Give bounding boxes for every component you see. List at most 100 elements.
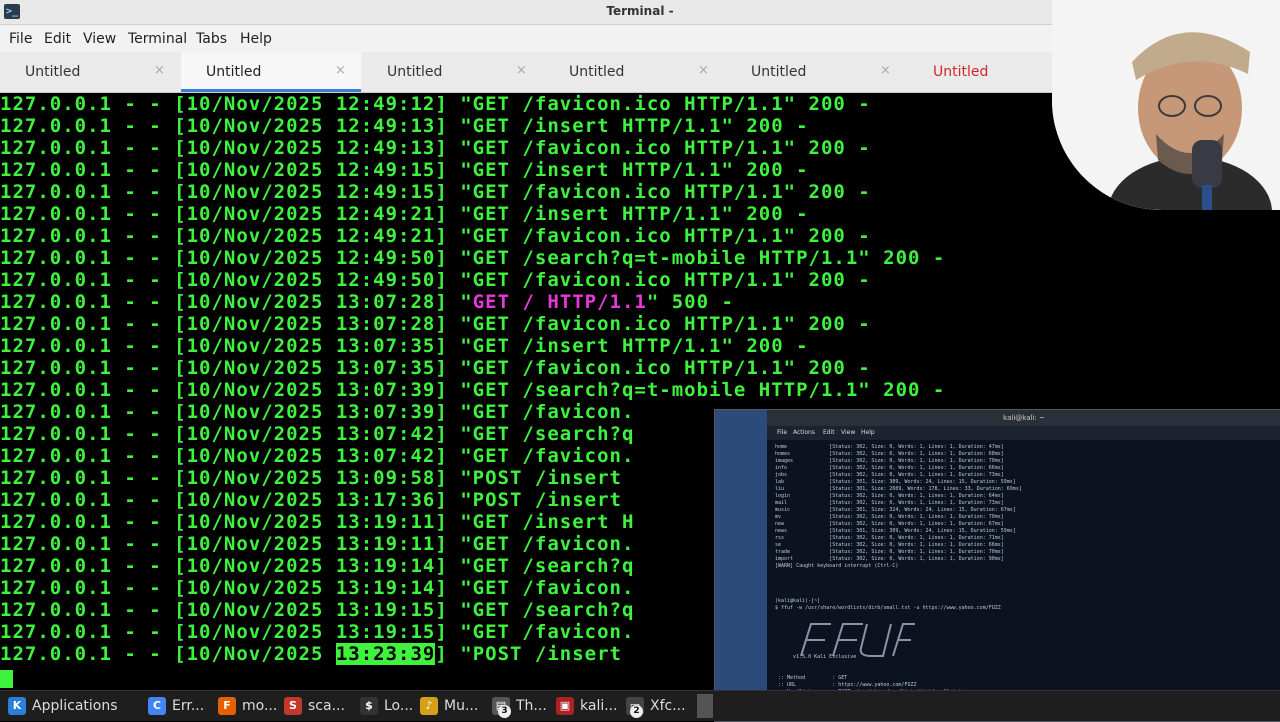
ffuf-output-line: v1.5.0 Kali Exclusive	[775, 654, 857, 660]
menu-file[interactable]: File	[9, 31, 32, 47]
tab-close-icon[interactable]: ×	[516, 63, 527, 78]
taskbar-item-label: Mu...	[444, 698, 479, 714]
log-line: 127.0.0.1 - - [10/Nov/2025 13:07:42] "GE…	[0, 423, 634, 445]
log-line: 127.0.0.1 - - [10/Nov/2025 13:23:39] "PO…	[0, 643, 622, 665]
log-text: 127.0.0.1 - - [10/Nov/2025 12:49:13] "GE…	[0, 137, 871, 159]
ffuf-output-line: homes [Status: 302, Size: 0, Words: 1, L…	[775, 451, 1004, 457]
log-line: 127.0.0.1 - - [10/Nov/2025 13:07:35] "GE…	[0, 357, 871, 379]
log-text: 127.0.0.1 - - [10/Nov/2025 12:49:12] "GE…	[0, 93, 871, 115]
taskbar-item-label: Applications	[32, 698, 118, 714]
log-line: 127.0.0.1 - - [10/Nov/2025 13:17:36] "PO…	[0, 489, 622, 511]
log-text: ] "POST /insert	[435, 643, 622, 665]
popup-menu-edit[interactable]: Edit	[823, 429, 835, 436]
log-text: " 500 -	[646, 291, 734, 313]
ffuf-output-line: info [Status: 302, Size: 0, Words: 1, Li…	[775, 465, 1004, 471]
ffuf-output-line: news [Status: 301, Size: 309, Words: 24,…	[775, 528, 1016, 534]
popup-title: kali@kali: ~	[767, 410, 1280, 426]
ffuf-output-line: rss [Status: 302, Size: 0, Words: 1, Lin…	[775, 535, 1004, 541]
log-text: 127.0.0.1 - - [10/Nov/2025 12:49:21] "GE…	[0, 203, 809, 225]
taskbar-item-label: Err...	[172, 698, 205, 714]
log-line: 127.0.0.1 - - [10/Nov/2025 13:07:39] "GE…	[0, 401, 634, 423]
menu-terminal[interactable]: Terminal	[128, 31, 187, 47]
ffuf-output-line: mail [Status: 302, Size: 0, Words: 1, Li…	[775, 500, 1004, 506]
tab-3[interactable]: Untitled ×	[362, 52, 542, 92]
taskbar-item-label: kali...	[580, 698, 618, 714]
log-line: 127.0.0.1 - - [10/Nov/2025 13:19:11] "GE…	[0, 533, 634, 555]
tab-close-icon[interactable]: ×	[154, 63, 165, 78]
log-text: 127.0.0.1 - - [10/Nov/2025 13:07:28] "GE…	[0, 313, 871, 335]
ffuf-output-line: images [Status: 302, Size: 0, Words: 1, …	[775, 458, 1004, 464]
popup-menu-file[interactable]: File	[777, 429, 787, 436]
log-line: 127.0.0.1 - - [10/Nov/2025 13:19:14] "GE…	[0, 555, 634, 577]
taskbar-item-label: Xfc...	[650, 698, 686, 714]
popup-menu-help[interactable]: Help	[861, 429, 875, 436]
selected-timestamp: 13:23:39	[335, 643, 436, 665]
log-text: 127.0.0.1 - - [10/Nov/2025 12:49:21] "GE…	[0, 225, 871, 247]
log-line: 127.0.0.1 - - [10/Nov/2025 13:07:42] "GE…	[0, 445, 634, 467]
ffuf-terminal[interactable]: kali@kali: ~ File Actions Edit View Help…	[767, 410, 1280, 721]
log-text: 127.0.0.1 - - [10/Nov/2025 13:07:35] "GE…	[0, 357, 871, 379]
tab-close-icon[interactable]: ×	[880, 63, 891, 78]
tab-label: Untitled	[387, 64, 443, 80]
log-line: 127.0.0.1 - - [10/Nov/2025 12:49:12] "GE…	[0, 93, 871, 115]
ffuf-terminal-window[interactable]: kali@kali: ~ File Actions Edit View Help…	[714, 409, 1280, 722]
tab-2[interactable]: Untitled ×	[181, 52, 361, 92]
log-text: 127.0.0.1 - - [10/Nov/2025 13:07:39] "GE…	[0, 401, 635, 423]
log-text: 127.0.0.1 - - [10/Nov/2025 13:07:39] "GE…	[0, 379, 946, 401]
tab-1[interactable]: Untitled ×	[0, 52, 180, 92]
ffuf-output-line: :: Method : GET	[775, 675, 848, 681]
log-line: 127.0.0.1 - - [10/Nov/2025 13:09:58] "PO…	[0, 467, 622, 489]
tab-close-icon[interactable]: ×	[335, 63, 346, 78]
log-line: 127.0.0.1 - - [10/Nov/2025 13:07:28] "GE…	[0, 291, 734, 313]
log-line: 127.0.0.1 - - [10/Nov/2025 12:49:13] "GE…	[0, 137, 871, 159]
tab-close-icon[interactable]: ×	[698, 63, 709, 78]
tab-5[interactable]: Untitled ×	[726, 52, 906, 92]
taskbar-item-label: Lo...	[384, 698, 414, 714]
terminal-icon: $	[360, 697, 378, 715]
log-text: 127.0.0.1 - - [10/Nov/2025 12:49:15] "GE…	[0, 181, 871, 203]
ffuf-output-line: home [Status: 302, Size: 0, Words: 1, Li…	[775, 444, 1004, 450]
log-text: 127.0.0.1 - - [10/Nov/2025 12:49:15] "GE…	[0, 159, 809, 181]
ffuf-output-line: trade [Status: 302, Size: 0, Words: 1, L…	[775, 549, 1004, 555]
taskbar-item-label: mo...	[242, 698, 278, 714]
ffuf-output-line: se [Status: 302, Size: 0, Words: 1, Line…	[775, 542, 1004, 548]
log-text: 127.0.0.1 - - [10/Nov/2025 13:07:42] "GE…	[0, 445, 635, 467]
streamer-face-image	[1052, 0, 1280, 210]
log-text: 127.0.0.1 - - [10/Nov/2025	[0, 643, 336, 665]
taskbar-separator	[697, 694, 713, 718]
terminal-window-icon: ▣	[556, 697, 574, 715]
chrome-icon: C	[148, 697, 166, 715]
tab-label: Untitled	[206, 64, 262, 80]
log-line: 127.0.0.1 - - [10/Nov/2025 12:49:50] "GE…	[0, 247, 945, 269]
menu-help[interactable]: Help	[240, 31, 272, 47]
menu-view[interactable]: View	[83, 31, 116, 47]
popup-menu-view[interactable]: View	[841, 429, 855, 436]
ffuf-output-line: login [Status: 302, Size: 0, Words: 1, L…	[775, 493, 1004, 499]
log-line: 127.0.0.1 - - [10/Nov/2025 13:19:14] "GE…	[0, 577, 634, 599]
ffuf-output-line: music [Status: 301, Size: 324, Words: 24…	[775, 507, 1016, 513]
log-line: 127.0.0.1 - - [10/Nov/2025 12:49:50] "GE…	[0, 269, 871, 291]
log-text: 127.0.0.1 - - [10/Nov/2025 13:07:28] "	[0, 291, 473, 313]
menu-edit[interactable]: Edit	[44, 31, 71, 47]
log-line: 127.0.0.1 - - [10/Nov/2025 12:49:15] "GE…	[0, 159, 809, 181]
ffuf-output-line: $ ffuf -w /usr/share/wordlists/dirb/smal…	[775, 605, 1001, 611]
tab-4[interactable]: Untitled ×	[544, 52, 724, 92]
log-text: 127.0.0.1 - - [10/Nov/2025 13:07:42] "GE…	[0, 423, 635, 445]
log-line: 127.0.0.1 - - [10/Nov/2025 13:19:15] "GE…	[0, 599, 634, 621]
ffuf-output-line: jobs [Status: 302, Size: 0, Words: 1, Li…	[775, 472, 1004, 478]
ffuf-output-line: lab [Status: 301, Size: 309, Words: 24, …	[775, 479, 1016, 485]
menu-tabs[interactable]: Tabs	[196, 31, 227, 47]
text-editor-icon: S	[284, 697, 302, 715]
taskbar-item-label: sca...	[308, 698, 345, 714]
popup-menu-actions[interactable]: Actions	[793, 429, 815, 436]
music-icon: ♪	[420, 697, 438, 715]
log-line: 127.0.0.1 - - [10/Nov/2025 12:49:21] "GE…	[0, 225, 871, 247]
log-text: 127.0.0.1 - - [10/Nov/2025 13:17:36] "PO…	[0, 489, 622, 511]
webcam-overlay	[1052, 0, 1280, 210]
log-text: 127.0.0.1 - - [10/Nov/2025 13:19:15] "GE…	[0, 621, 635, 643]
ffuf-output-line: mv [Status: 302, Size: 0, Words: 1, Line…	[775, 514, 1004, 520]
ffuf-output-line: [WARN] Caught keyboard interrupt (Ctrl-C…	[775, 563, 899, 569]
log-text: 127.0.0.1 - - [10/Nov/2025 13:09:58] "PO…	[0, 467, 622, 489]
log-line: 127.0.0.1 - - [10/Nov/2025 13:07:28] "GE…	[0, 313, 871, 335]
log-text: 127.0.0.1 - - [10/Nov/2025 13:19:11] "GE…	[0, 511, 635, 533]
